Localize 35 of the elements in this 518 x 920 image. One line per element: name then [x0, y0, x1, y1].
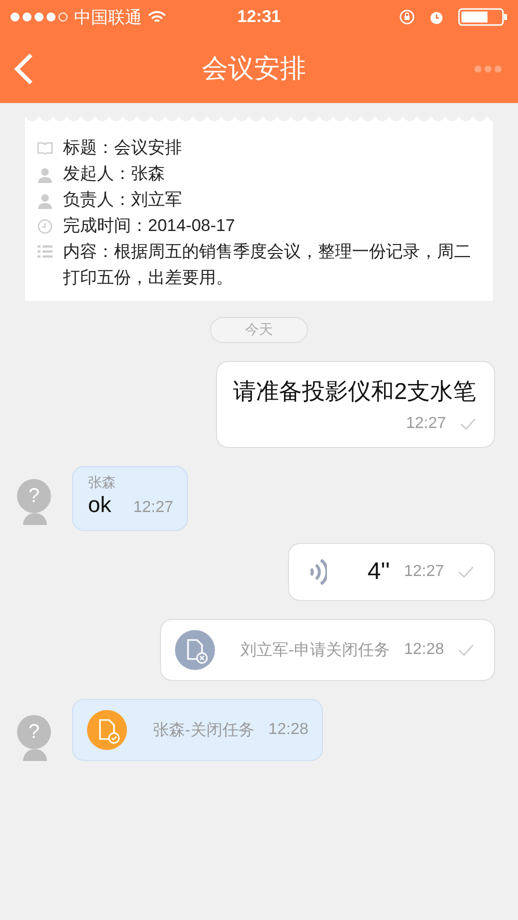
document-icon[interactable] — [174, 630, 215, 670]
voice-icon[interactable] — [309, 558, 328, 586]
date-divider: 今天 — [210, 317, 308, 343]
message-text: ok — [88, 492, 112, 518]
list-icon — [37, 245, 53, 258]
task-detail-text: 负责人：刘立军 — [63, 189, 183, 211]
task-message-text: 刘立军-申请关闭任务 — [240, 640, 390, 660]
clock-icon — [37, 219, 53, 234]
task-detail-text: 发起人：张森 — [63, 163, 166, 185]
battery-icon — [458, 8, 508, 26]
task-message-text: 张森-关闭任务 — [153, 720, 254, 740]
message-time: 12:27 — [406, 415, 446, 433]
task-detail-text: 完成时间：2014-08-17 — [63, 215, 236, 237]
back-icon[interactable] — [14, 52, 34, 84]
voice-duration: 4'' — [367, 558, 390, 586]
carrier-name: 中国联通 — [74, 6, 142, 28]
book-icon — [37, 141, 53, 155]
message-text: 请准备投影仪和2支水笔 — [233, 377, 476, 406]
signal-icon — [10, 12, 68, 22]
person-icon — [37, 167, 53, 183]
document-icon[interactable] — [87, 710, 127, 750]
status-time: 12:31 — [237, 7, 281, 27]
rotation-lock-icon — [399, 9, 415, 25]
message-time: 12:28 — [268, 721, 308, 739]
task-detail-text: 内容：根据周五的销售季度会议，整理一份记录，周二打印五份，出差要用。 — [63, 241, 472, 289]
wifi-icon — [148, 10, 166, 24]
alarm-icon — [429, 10, 444, 24]
task-detail-text: 标题：会议安排 — [63, 137, 183, 159]
sender-name: 张森 — [88, 474, 117, 492]
message-time: 12:27 — [404, 563, 444, 581]
person-icon — [37, 193, 53, 209]
more-icon[interactable] — [474, 64, 502, 72]
message-time: 12:27 — [133, 499, 174, 517]
message-time: 12:28 — [404, 641, 444, 659]
page-title: 会议安排 — [202, 52, 306, 85]
